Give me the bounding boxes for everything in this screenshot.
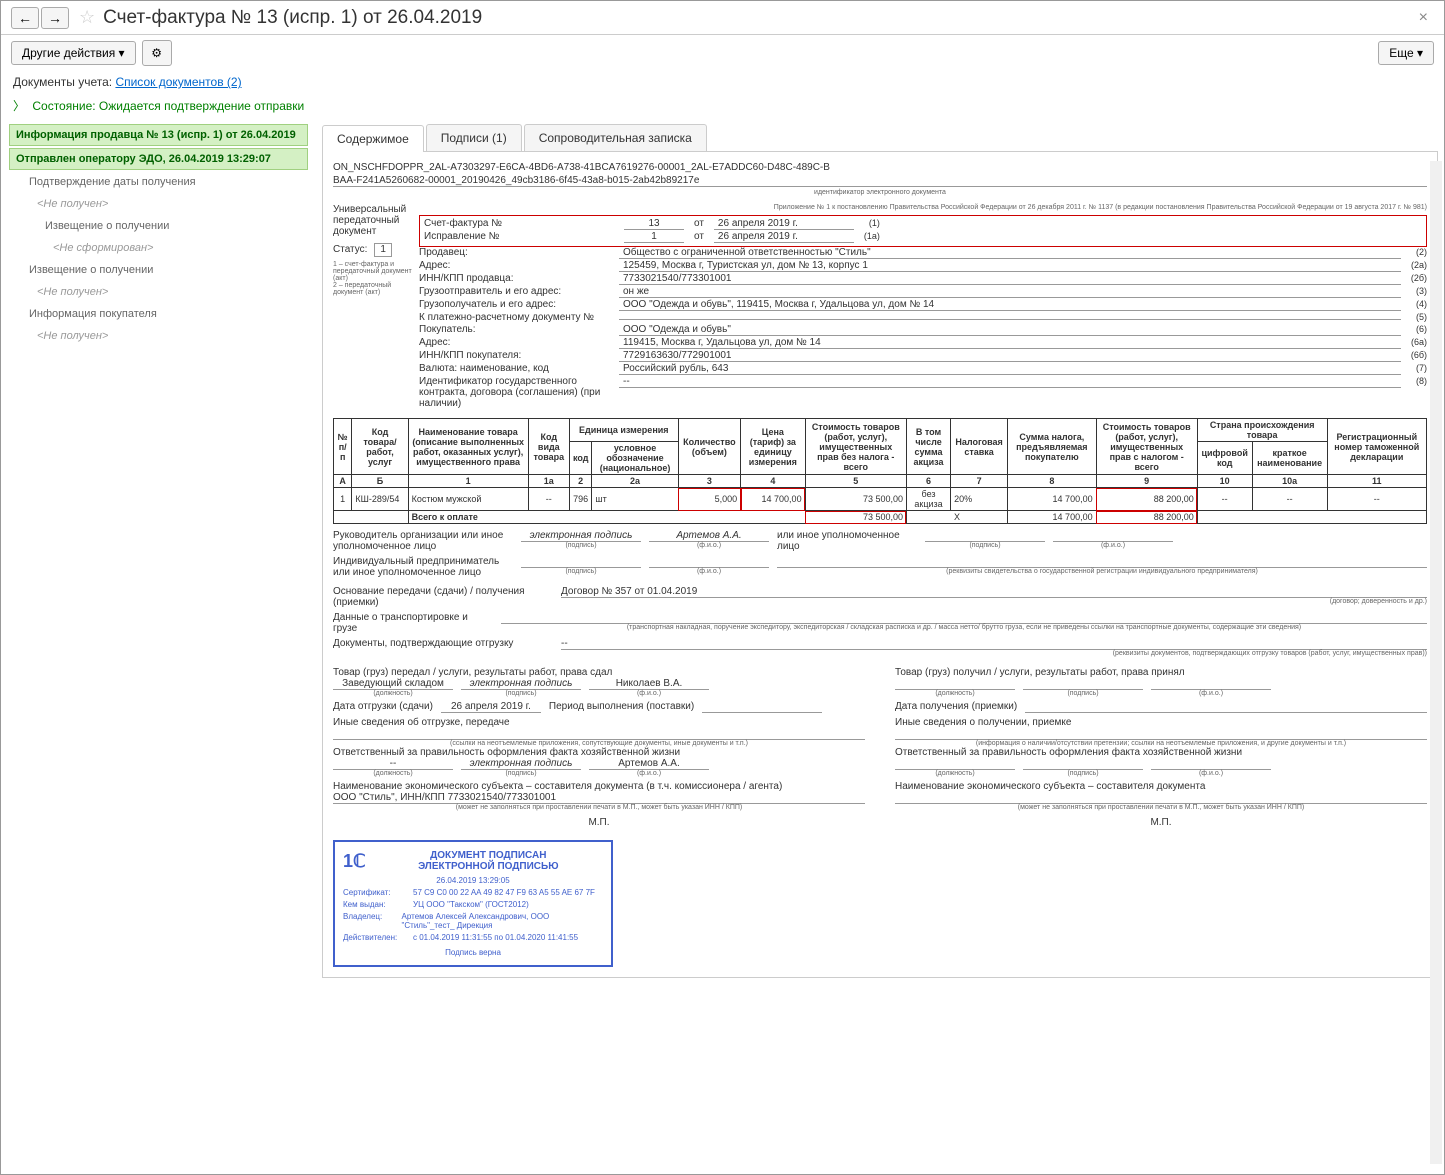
signature-stamp: 1ℂ ДОКУМЕНТ ПОДПИСАН ЭЛЕКТРОННОЙ ПОДПИСЬ… [333,840,613,967]
head-signer: Артемов А.А. [649,530,769,542]
tab-content[interactable]: Содержимое [322,125,424,152]
doc-id-line2: BAA-F241A5260682-00001_20190426_49cb3186… [333,175,1427,187]
document-body: ON_NSCHFDOPPR_2AL-A7303297-E6CA-4BD6-A73… [322,152,1438,978]
tree-icon-button[interactable]: ⚙ [142,40,172,66]
chevron-right-icon: 〉 [13,99,25,113]
favorite-icon[interactable]: ☆ [79,7,95,28]
sf-date: 26 апреля 2019 г. [714,218,854,230]
sidebar-status-not-received-1: <Не получен> [9,194,308,214]
sidebar-item-buyer-info[interactable]: Информация покупателя [9,304,308,324]
sf-number: 13 [624,218,684,230]
status-text: Состояние: Ожидается подтверждение отпра… [32,99,304,113]
doc-links-label: Документы учета: [13,75,112,89]
back-button[interactable]: ← [11,7,39,29]
correction-number: 1 [624,231,684,243]
page-title: Счет-фактура № 13 (испр. 1) от 26.04.201… [103,7,1413,29]
sidebar-item-sent-operator[interactable]: Отправлен оператору ЭДО, 26.04.2019 13:2… [9,148,308,170]
sidebar-item-receipt-notice-2[interactable]: Извещение о получении [9,260,308,280]
correction-date: 26 апреля 2019 г. [714,231,854,243]
doc-list-link[interactable]: Список документов (2) [115,75,241,89]
basis-value: Договор № 357 от 01.04.2019 [561,586,1427,598]
doc-id-line1: ON_NSCHFDOPPR_2AL-A7303297-E6CA-4BD6-A73… [333,162,1427,173]
forward-button[interactable]: → [41,7,69,29]
sidebar: Информация продавца № 13 (испр. 1) от 26… [1,118,316,1161]
appendix-note: Приложение № 1 к постановлению Правитель… [419,204,1427,211]
more-button[interactable]: Еще ▾ [1378,41,1434,65]
scrollbar[interactable] [1430,161,1442,1164]
items-table: № п/п Код товара/ работ, услуг Наименова… [333,418,1427,524]
table-row: 1 КШ-289/54 Костюм мужской -- 796 шт 5,0… [334,488,1427,511]
status-note-2: 2 – передаточный документ (акт) [333,282,413,296]
sidebar-item-confirm-date[interactable]: Подтверждение даты получения [9,172,308,192]
sidebar-status-not-received-3: <Не получен> [9,326,308,346]
sidebar-item-receipt-notice-1[interactable]: Извещение о получении [9,216,308,236]
tab-signatures[interactable]: Подписи (1) [426,124,522,151]
upd-label: Универсальный передаточный документ [333,204,413,237]
close-icon[interactable]: × [1413,9,1434,27]
other-actions-button[interactable]: Другие действия ▾ [11,41,136,65]
sidebar-status-not-received-2: <Не получен> [9,282,308,302]
sidebar-status-not-formed: <Не сформирован> [9,238,308,258]
status-value: 1 [374,243,392,257]
tab-cover-note[interactable]: Сопроводительная записка [524,124,707,151]
sidebar-item-seller-info[interactable]: Информация продавца № 13 (испр. 1) от 26… [9,124,308,146]
doc-id-note: идентификатор электронного документа [333,189,1427,196]
table-total-row: Всего к оплате 73 500,00 Х 14 700,00 88 … [334,511,1427,524]
status-note-1: 1 – счет-фактура и передаточный документ… [333,261,413,282]
logo-1c-icon: 1ℂ [343,851,366,872]
